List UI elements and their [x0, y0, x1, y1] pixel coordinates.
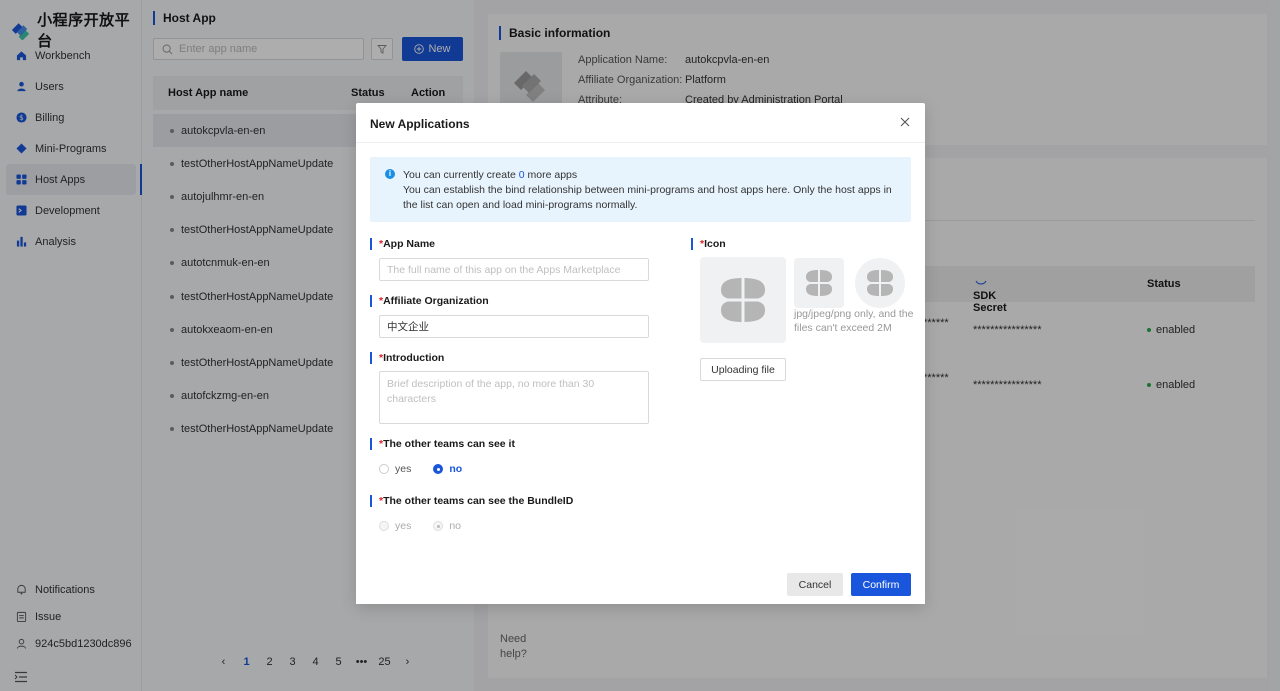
icon-preview-round — [855, 258, 905, 308]
bundle-no-radio[interactable]: no — [433, 520, 461, 532]
introduction-placeholder: Brief description of the app, no more th… — [387, 378, 595, 405]
info-line-2: You can establish the bind relationship … — [403, 184, 892, 211]
label-text: Introduction — [383, 352, 445, 364]
info-prefix: You can currently create — [403, 169, 519, 181]
visibility-label: *The other teams can see it — [370, 438, 515, 450]
info-suffix: more apps — [524, 169, 578, 181]
label-text: The other teams can see it — [383, 438, 515, 450]
icon-preview-medium — [794, 258, 844, 308]
placeholder-app-icon — [720, 277, 766, 323]
radio-label: yes — [395, 520, 412, 532]
dialog-title: New Applications — [370, 117, 470, 131]
visibility-radio-group: yes no — [379, 463, 484, 475]
info-text: You can currently create 0 more apps You… — [403, 168, 903, 213]
affiliate-org-value: 中文企业 — [387, 321, 429, 333]
placeholder-app-icon — [805, 269, 833, 297]
radio-label: no — [449, 520, 462, 532]
icon-upload-hint: jpg/jpeg/png only, and the files can't e… — [794, 308, 914, 334]
introduction-label: *Introduction — [370, 352, 444, 364]
info-icon: i — [385, 169, 395, 179]
radio-circle — [379, 521, 389, 531]
new-application-dialog: New Applications i You can currently cre… — [356, 103, 925, 604]
radio-label: no — [449, 463, 463, 475]
label-text: App Name — [383, 238, 436, 250]
radio-circle — [433, 464, 444, 474]
confirm-button[interactable]: Confirm — [851, 573, 911, 596]
label-text: Affiliate Organization — [383, 295, 489, 307]
radio-circle — [433, 521, 444, 531]
radio-label: yes — [395, 463, 412, 475]
cancel-button[interactable]: Cancel — [787, 573, 843, 596]
visibility-yes-radio[interactable]: yes — [379, 463, 411, 475]
info-line-1: You can currently create 0 more apps — [403, 168, 903, 183]
info-alert: i You can currently create 0 more apps Y… — [370, 157, 911, 222]
visibility-no-radio[interactable]: no — [433, 463, 462, 475]
label-text: Icon — [704, 238, 726, 250]
affiliate-org-input[interactable]: 中文企业 — [379, 315, 649, 338]
icon-preview-large — [700, 257, 786, 343]
close-icon[interactable] — [899, 116, 911, 128]
dialog-header: New Applications — [356, 103, 925, 143]
upload-file-button[interactable]: Uploading file — [700, 358, 786, 381]
app-name-label: *App Name — [370, 238, 435, 250]
introduction-textarea[interactable]: Brief description of the app, no more th… — [379, 371, 649, 424]
label-text: The other teams can see the BundleID — [383, 495, 574, 507]
app-name-input[interactable]: The full name of this app on the Apps Ma… — [379, 258, 649, 281]
affiliate-org-label: *Affiliate Organization — [370, 295, 489, 307]
icon-label: *Icon — [691, 238, 726, 250]
placeholder-app-icon — [866, 269, 894, 297]
bundle-yes-radio[interactable]: yes — [379, 520, 411, 532]
app-name-placeholder: The full name of this app on the Apps Ma… — [387, 263, 621, 276]
bundle-visibility-radio-group: yes no — [379, 520, 483, 532]
bundle-visibility-label: *The other teams can see the BundleID — [370, 495, 573, 507]
radio-circle — [379, 464, 389, 474]
